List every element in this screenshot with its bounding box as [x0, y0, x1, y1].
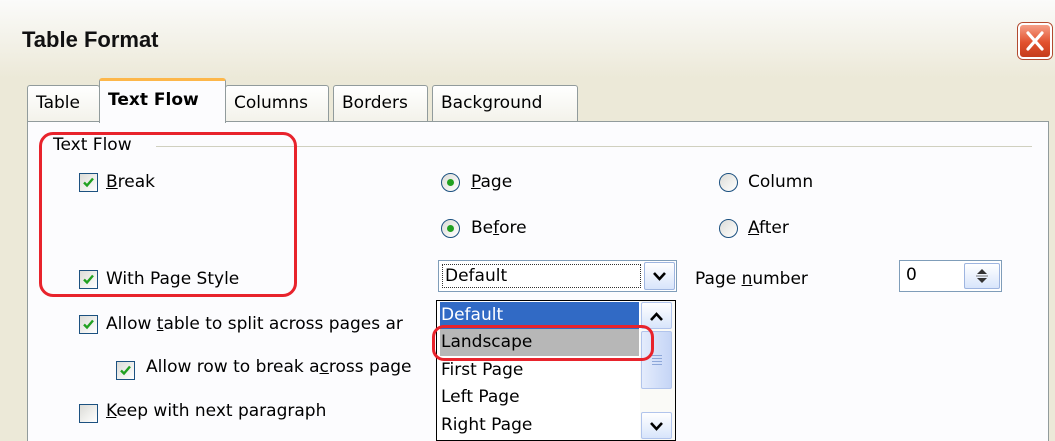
keep-with-next-label: Keep with next paragraph — [106, 401, 326, 421]
allow-row-break-post: ross page — [328, 357, 412, 377]
checkmark-icon — [83, 319, 94, 330]
tab-borders[interactable]: Borders — [333, 85, 428, 122]
dropdown-option-right-page[interactable]: Right Page — [440, 412, 639, 439]
keep-mnemonic: K — [106, 401, 117, 421]
dropdown-scrollbar[interactable] — [640, 301, 675, 440]
before-label-pre: Be — [471, 218, 494, 238]
page-number-pre: Page — [695, 269, 742, 289]
tab-table[interactable]: Table — [27, 85, 100, 122]
landscape-annotation-box — [432, 325, 654, 361]
after-mnemonic: A — [748, 218, 760, 238]
allow-split-pre: Allow — [106, 314, 157, 334]
allow-row-break-label: Allow row to break across page — [146, 357, 411, 377]
radio-dot — [447, 179, 454, 186]
before-label-post: ore — [499, 218, 527, 238]
tab-strip: Table Text Flow Columns Borders Backgrou… — [27, 78, 1027, 123]
page-label-rest: age — [480, 172, 513, 192]
tab-background-label: Background — [441, 93, 543, 113]
allow-split-post: able to split across pages ar — [163, 314, 403, 334]
page-number-value: 0 — [906, 265, 917, 285]
tab-columns[interactable]: Columns — [225, 85, 329, 122]
page-mnemonic: P — [471, 172, 481, 192]
page-radio[interactable] — [441, 173, 460, 192]
page-number-post: umber — [752, 269, 808, 289]
before-radio-label: Before — [471, 218, 527, 238]
text-flow-annotation-box — [39, 132, 297, 297]
allow-split-checkbox[interactable] — [79, 315, 98, 334]
chevron-down-icon — [650, 422, 663, 431]
keep-label-rest: eep with next paragraph — [116, 401, 327, 421]
title-bar: Table Format — [0, 0, 1055, 78]
tab-text-flow[interactable]: Text Flow — [99, 78, 226, 123]
keep-with-next-checkbox[interactable] — [79, 404, 98, 423]
scroll-down-button[interactable] — [641, 412, 672, 439]
dropdown-option-first-page[interactable]: First Page — [440, 357, 639, 384]
tab-borders-label: Borders — [342, 93, 408, 113]
page-radio-label: Page — [471, 172, 512, 192]
column-radio[interactable] — [719, 173, 738, 192]
tab-columns-label: Columns — [234, 93, 308, 113]
spin-arrows-icon — [976, 269, 988, 283]
dropdown-option-left-page[interactable]: Left Page — [440, 384, 639, 411]
chevron-up-icon — [650, 312, 663, 321]
allow-split-label: Allow table to split across pages ar — [106, 314, 403, 334]
allow-row-break-pre: Allow row to break a — [146, 357, 320, 377]
chevron-down-icon — [653, 272, 666, 281]
before-radio[interactable] — [441, 219, 460, 238]
after-radio[interactable] — [719, 219, 738, 238]
column-radio-label: Column — [748, 172, 814, 192]
close-icon — [1026, 31, 1044, 51]
radio-dot — [447, 225, 454, 232]
after-radio-label: After — [748, 218, 789, 238]
page-style-dropdown-list: Default Landscape First Page Left Page R… — [436, 300, 676, 441]
window-title: Table Format — [22, 27, 159, 52]
tab-text-flow-label: Text Flow — [108, 90, 199, 110]
page-number-spin-button[interactable] — [964, 263, 1000, 289]
page-style-combo-button[interactable] — [644, 262, 675, 290]
page-style-combo-value: Default — [442, 264, 641, 288]
page-number-spinbox[interactable]: 0 — [899, 260, 1002, 292]
allow-row-break-checkbox[interactable] — [116, 361, 135, 380]
page-style-combo[interactable]: Default — [438, 260, 677, 292]
tab-background[interactable]: Background — [432, 85, 578, 122]
tab-table-label: Table — [36, 93, 80, 113]
page-number-label: Page number — [695, 269, 808, 289]
table-format-dialog: Table Format Table Text Flow Columns Bor… — [0, 0, 1055, 441]
checkmark-icon — [120, 365, 131, 376]
allow-row-break-mnemonic: c — [319, 357, 329, 377]
after-label-rest: fter — [759, 218, 789, 238]
page-number-mnemonic: n — [741, 269, 753, 289]
close-button[interactable] — [1018, 23, 1052, 59]
